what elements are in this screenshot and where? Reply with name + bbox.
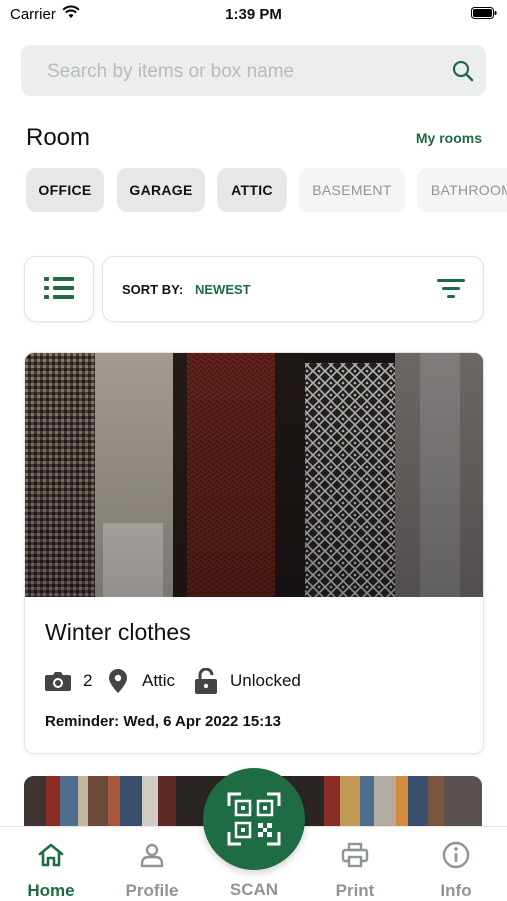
search-icon[interactable] [452,60,474,82]
printer-icon [341,842,369,868]
info-icon [442,841,470,869]
person-icon [140,843,164,868]
tab-print-label: Print [335,881,375,900]
box-card[interactable]: Winter clothes 2 Attic Unlocked Reminder… [24,352,484,754]
unlocked-lock-icon [195,668,217,694]
room-chip-office[interactable]: OFFICE [26,168,104,212]
tab-info[interactable]: Info [411,827,501,901]
room-chip-bathroom[interactable]: BATHROOM [417,168,507,212]
tab-home[interactable]: Home [6,827,96,901]
room-chip-garage[interactable]: GARAGE [117,168,205,212]
search-bar [21,45,486,96]
box-location: Attic [142,671,176,690]
search-input[interactable] [45,59,439,85]
filter-icon[interactable] [437,277,465,299]
lock-status: Unlocked [230,671,301,690]
my-rooms-link[interactable]: My rooms [416,130,482,146]
home-icon [38,843,64,867]
location-pin-icon [109,669,127,693]
status-bar: Carrier 1:39 PM [0,0,507,30]
box-title: Winter clothes [45,619,191,645]
tab-print[interactable]: Print [310,827,400,901]
list-view-toggle[interactable] [24,256,94,322]
clock: 1:39 PM [225,6,282,23]
qr-code-icon [227,792,281,846]
tab-scan-label[interactable]: SCAN [203,880,305,900]
room-chip-list: OFFICE GARAGE ATTIC BASEMENT BATHROOM [26,168,507,214]
sort-label: SORT BY: [122,282,184,297]
tab-profile-label: Profile [125,881,179,900]
box-photo [25,353,483,597]
scan-button[interactable] [203,768,305,870]
room-section-title: Room [26,124,91,151]
box-meta: 2 Attic Unlocked [45,667,465,695]
tab-info-label: Info [440,881,472,900]
sort-value: NEWEST [195,282,251,297]
tab-profile[interactable]: Profile [107,827,197,901]
room-chip-attic[interactable]: ATTIC [217,168,287,212]
tab-home-label: Home [27,881,75,900]
battery-icon [471,7,497,19]
camera-icon [45,672,71,691]
sort-control[interactable]: SORT BY: NEWEST [102,256,484,322]
box-reminder: Reminder: Wed, 6 Apr 2022 15:13 [45,713,281,730]
list-icon [44,277,74,299]
photo-count: 2 [83,671,93,690]
room-chip-basement[interactable]: BASEMENT [299,168,405,212]
